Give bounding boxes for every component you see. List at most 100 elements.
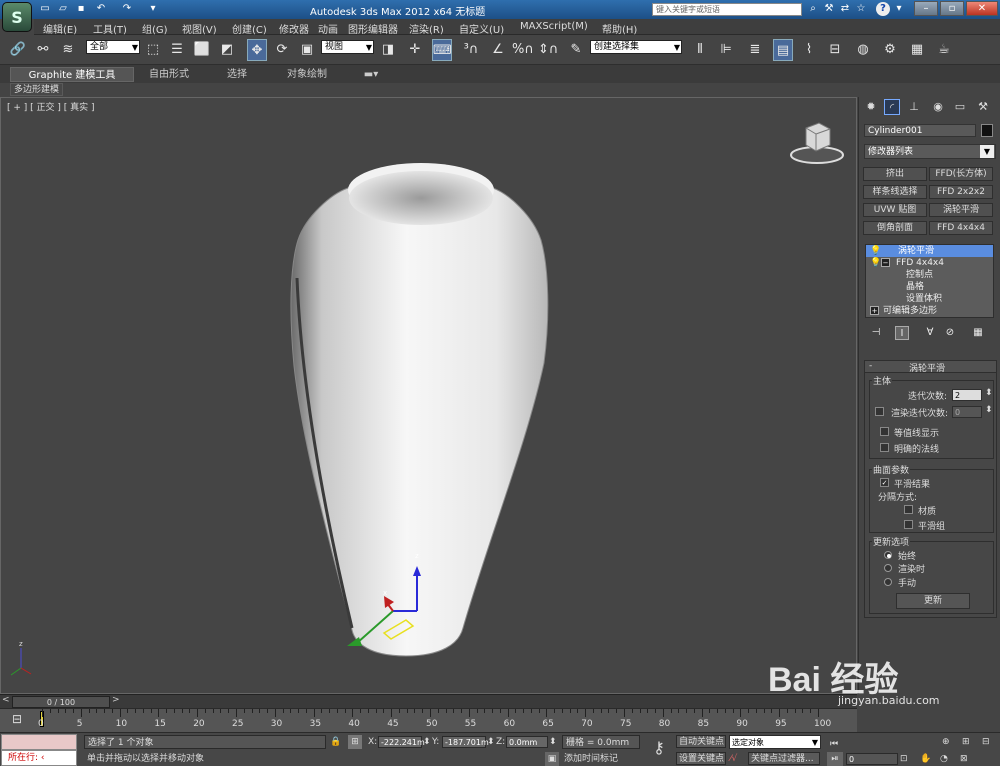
exchange-icon[interactable]: ⇄ bbox=[838, 2, 852, 16]
spinner-arrows-icon[interactable]: ⬍ bbox=[985, 405, 993, 415]
motion-panel-icon[interactable]: ◉ bbox=[930, 99, 946, 115]
menu-animation[interactable]: 动画 bbox=[318, 21, 338, 36]
menu-group[interactable]: 组(G) bbox=[142, 21, 168, 36]
menu-maxscript[interactable]: MAXScript(M) bbox=[520, 21, 588, 32]
modifier-button-bevel-profile[interactable]: 倒角剖面 bbox=[863, 221, 927, 235]
menu-edit[interactable]: 编辑(E) bbox=[43, 21, 77, 36]
snaps-toggle-icon[interactable]: ³∩ bbox=[461, 39, 481, 61]
z-coordinate-input[interactable]: 0.0mm bbox=[506, 736, 548, 748]
app-logo-icon[interactable]: S bbox=[2, 2, 32, 32]
curve-editor-icon[interactable]: ⌇ bbox=[799, 39, 819, 61]
vase-object[interactable] bbox=[290, 163, 549, 657]
object-color-swatch[interactable] bbox=[981, 124, 993, 137]
time-slider-thumb[interactable]: 0 / 100 bbox=[12, 696, 110, 708]
spinner-snap-icon[interactable]: ⇕∩ bbox=[538, 39, 558, 61]
hierarchy-panel-icon[interactable]: ⊥ bbox=[906, 99, 922, 115]
save-file-icon[interactable]: ▪ bbox=[74, 2, 88, 16]
spinner-arrows-icon[interactable]: ⬍ bbox=[423, 735, 431, 749]
rendered-frame-icon[interactable]: ▦ bbox=[907, 39, 927, 61]
isoline-display-checkbox[interactable] bbox=[880, 427, 889, 436]
maxscript-line-field[interactable]: 所在行: ‹ bbox=[1, 750, 77, 766]
align-icon[interactable]: ⊫ bbox=[716, 39, 736, 61]
separate-materials-checkbox[interactable] bbox=[904, 505, 913, 514]
show-end-result-icon[interactable]: Ι bbox=[895, 326, 909, 340]
unlink-icon[interactable]: ⚯ bbox=[33, 39, 53, 61]
select-and-rotate-icon[interactable]: ⟳ bbox=[272, 39, 292, 61]
schematic-view-icon[interactable]: ⊟ bbox=[825, 39, 845, 61]
stack-subitem-lattice[interactable]: 晶格 bbox=[906, 281, 924, 293]
layer-manager-icon[interactable]: ≣ bbox=[745, 39, 765, 61]
maximize-viewport-icon[interactable]: ⊠ bbox=[960, 752, 968, 766]
object-name-field[interactable]: Cylinder001 bbox=[864, 124, 976, 137]
open-file-icon[interactable]: ▱ bbox=[56, 2, 70, 16]
stack-item-editable-poly[interactable]: + 可编辑多边形 bbox=[866, 305, 993, 317]
pin-stack-icon[interactable]: ⊣ bbox=[869, 326, 883, 340]
stack-subitem-set-volume[interactable]: 设置体积 bbox=[906, 293, 942, 305]
menu-modifiers[interactable]: 修改器 bbox=[279, 21, 309, 36]
modifier-list-dropdown[interactable]: 修改器列表 bbox=[864, 144, 996, 159]
named-selection-dropdown[interactable]: 创建选择集 ▼ bbox=[590, 40, 682, 54]
orbit-icon[interactable]: ◔ bbox=[940, 752, 948, 766]
tab-freeform[interactable]: 自由形式 bbox=[138, 67, 200, 82]
selection-lock-icon[interactable]: 🔒 bbox=[330, 735, 341, 749]
select-and-scale-icon[interactable]: ▣ bbox=[297, 39, 317, 61]
graphite-toggle-icon[interactable]: ▤ bbox=[773, 39, 793, 61]
time-slider[interactable]: < 0 / 100 > bbox=[0, 694, 857, 708]
y-coordinate-input[interactable]: -187.701m bbox=[442, 736, 489, 748]
link-icon[interactable]: 🔗 bbox=[8, 39, 28, 61]
bulb-icon[interactable]: 💡 bbox=[870, 245, 881, 257]
expand-minus-icon[interactable]: − bbox=[881, 258, 890, 267]
ribbon-options-icon[interactable]: ▬▾ bbox=[360, 67, 382, 82]
help-icon[interactable]: ? bbox=[876, 2, 890, 16]
menu-create[interactable]: 创建(C) bbox=[232, 21, 267, 36]
stack-item-ffd-4x4x4[interactable]: 💡 − FFD 4x4x4 bbox=[866, 257, 993, 269]
update-when-rendering-radio[interactable] bbox=[884, 564, 892, 572]
update-button[interactable]: 更新 bbox=[896, 593, 970, 609]
tab-selection[interactable]: 选择 bbox=[212, 67, 262, 82]
viewport-perspective[interactable]: [ + ] [ 正交 ] [ 真实 ] z x z bbox=[0, 97, 857, 694]
render-teapot-icon[interactable]: ☕ bbox=[934, 39, 954, 61]
tab-polygon-modeling[interactable]: 多边形建模 bbox=[10, 83, 64, 96]
maximize-button[interactable]: ▫ bbox=[940, 1, 964, 16]
remove-modifier-icon[interactable]: ⊘ bbox=[943, 326, 957, 340]
create-panel-icon[interactable]: ✹ bbox=[863, 99, 879, 115]
modifier-button-ffd-2x2x2[interactable]: FFD 2x2x2 bbox=[929, 185, 993, 199]
quick-access-dropdown-icon[interactable]: ▾ bbox=[146, 2, 160, 16]
stack-subitem-control-points[interactable]: 控制点 bbox=[906, 269, 933, 281]
edit-named-selection-icon[interactable]: ✎ bbox=[566, 39, 586, 61]
viewcube-icon[interactable] bbox=[790, 122, 844, 164]
key-filters-button[interactable]: 关键点过滤器... bbox=[748, 752, 820, 765]
mirror-icon[interactable]: ⫴ bbox=[690, 39, 710, 61]
modifier-button-turbosmooth[interactable]: 涡轮平滑 bbox=[929, 203, 993, 217]
chevron-down-icon[interactable]: ▼ bbox=[980, 145, 994, 158]
zoom-extents-icon[interactable]: ⊞ bbox=[962, 735, 970, 749]
time-configuration-icon[interactable]: ⊡ bbox=[900, 752, 908, 766]
rectangular-selection-icon[interactable]: ⬜ bbox=[192, 39, 212, 61]
render-iterations-spinner[interactable]: 0 bbox=[952, 406, 982, 418]
search-input[interactable]: 键入关键字或短语 bbox=[652, 3, 802, 16]
rollout-collapse-icon[interactable]: - bbox=[869, 361, 872, 371]
modifier-button-ffd-4x4x4[interactable]: FFD 4x4x4 bbox=[929, 221, 993, 235]
rollout-header[interactable]: - 涡轮平滑 bbox=[865, 361, 996, 374]
slider-right-arrow-icon[interactable]: > bbox=[112, 695, 120, 705]
update-manually-radio[interactable] bbox=[884, 578, 892, 586]
separate-smoothing-groups-checkbox[interactable] bbox=[904, 520, 913, 529]
set-key-icon[interactable]: ⚷ bbox=[646, 738, 672, 760]
selection-filter-dropdown[interactable]: 全部 ▼ bbox=[86, 40, 140, 54]
tab-object-paint[interactable]: 对象绘制 bbox=[274, 67, 340, 82]
key-mode-dropdown[interactable]: 选定对象 ▼ bbox=[729, 735, 821, 749]
update-always-radio[interactable] bbox=[884, 551, 892, 559]
modifier-button-ffd-box[interactable]: FFD(长方体) bbox=[929, 167, 993, 181]
render-setup-icon[interactable]: ⚙ bbox=[880, 39, 900, 61]
explicit-normals-checkbox[interactable] bbox=[880, 443, 889, 452]
iterations-spinner[interactable]: 2 bbox=[952, 389, 982, 401]
modifier-button-spline-select[interactable]: 样条线选择 bbox=[863, 185, 927, 199]
minimize-button[interactable]: – bbox=[914, 1, 938, 16]
pivot-center-icon[interactable]: ◨ bbox=[378, 39, 398, 61]
zoom-extents-all-icon[interactable]: ⊟ bbox=[982, 735, 990, 749]
bulb-icon[interactable]: 💡 bbox=[870, 257, 881, 269]
current-frame-input[interactable]: 0 bbox=[846, 753, 898, 765]
select-by-name-icon[interactable]: ☰ bbox=[167, 39, 187, 61]
favorites-star-icon[interactable]: ☆ bbox=[854, 2, 868, 16]
menu-customize[interactable]: 自定义(U) bbox=[459, 21, 504, 36]
